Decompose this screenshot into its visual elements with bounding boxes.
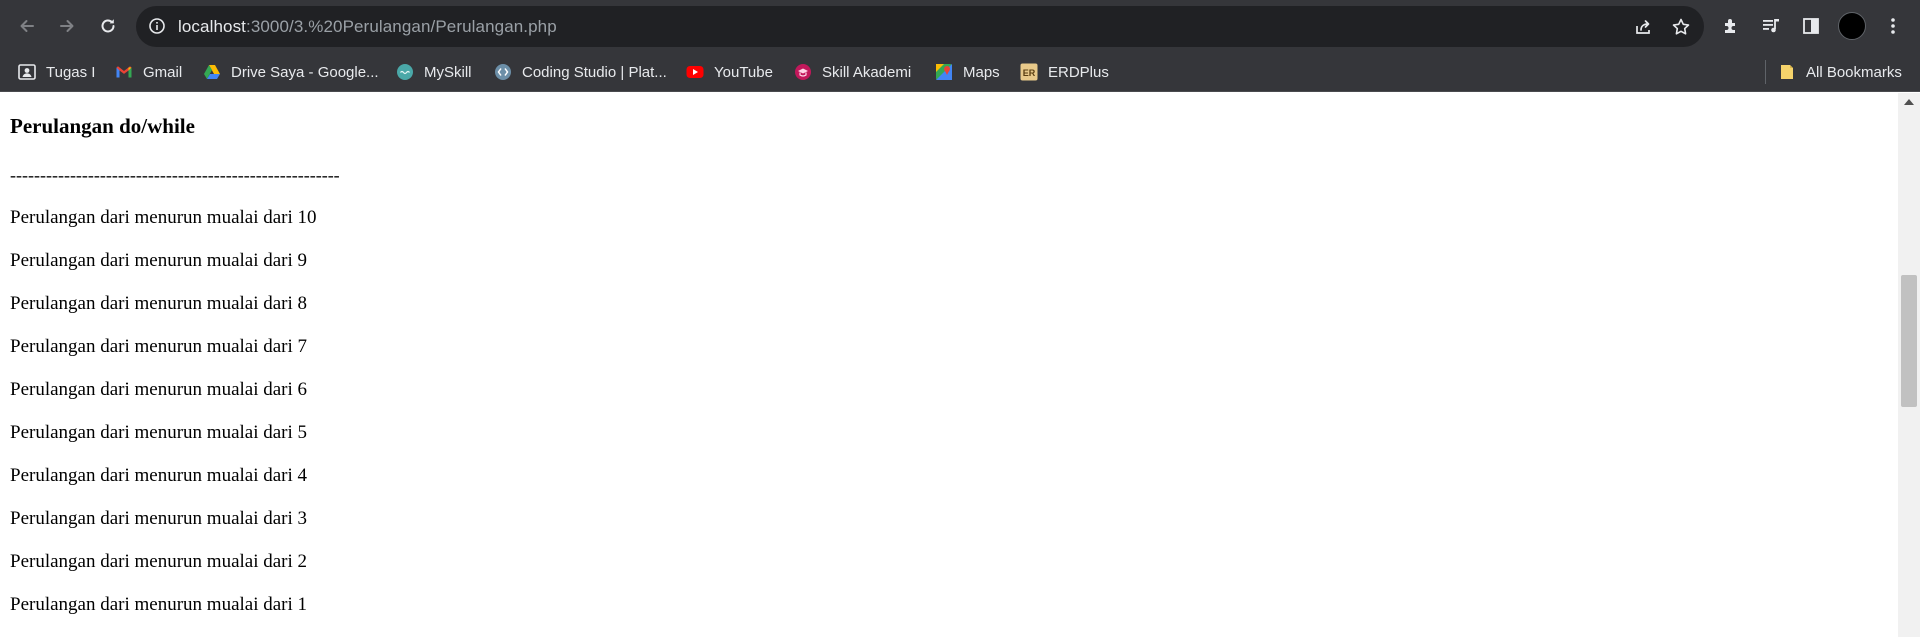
erdplus-icon: ER xyxy=(1020,63,1038,81)
myskill-icon xyxy=(396,63,414,81)
bookmark-tugas-i[interactable]: Tugas I xyxy=(18,61,95,83)
reload-button[interactable] xyxy=(93,11,123,41)
google-maps-icon xyxy=(935,63,953,81)
bookmark-label: YouTube xyxy=(714,63,773,81)
address-bar[interactable]: localhost:3000/3.%20Perulangan/Perulanga… xyxy=(136,6,1704,47)
bookmark-label: MySkill xyxy=(424,63,472,81)
share-button[interactable] xyxy=(1631,15,1655,39)
all-bookmarks-button[interactable]: All Bookmarks xyxy=(1778,61,1902,83)
profile-avatar[interactable] xyxy=(1838,12,1866,40)
vertical-scrollbar[interactable] xyxy=(1898,93,1920,637)
scroll-up-arrow-icon[interactable] xyxy=(1904,99,1914,105)
bookmark-label: Tugas I xyxy=(46,63,96,81)
bookmark-label: ERDPlus xyxy=(1048,63,1109,81)
side-panel-button[interactable] xyxy=(1798,13,1824,39)
url-host: localhost xyxy=(178,17,246,36)
page-heading: Perulangan do/while xyxy=(10,114,195,138)
url-path: :3000/3.%20Perulangan/Perulangan.php xyxy=(246,17,557,36)
reload-icon xyxy=(101,19,115,33)
arrow-left-icon xyxy=(20,20,34,32)
svg-text:ER: ER xyxy=(1023,68,1036,78)
bookmarks-bar: Tugas I Gmail Drive Saya - Google... MyS… xyxy=(0,52,1920,92)
playlist-music-icon xyxy=(1763,19,1779,33)
bookmark-label: Skill Akademi xyxy=(822,63,912,81)
all-bookmarks-label: All Bookmarks xyxy=(1806,63,1902,81)
share-icon xyxy=(1636,20,1650,34)
bookmark-star-button[interactable] xyxy=(1669,15,1693,39)
bookmark-label: Gmail xyxy=(143,63,183,81)
google-drive-icon xyxy=(203,63,221,81)
bookmark-maps[interactable]: Maps xyxy=(935,61,1000,83)
loop-output-line: Perulangan dari menurun mualai dari 7 xyxy=(10,336,308,357)
loop-output-line: Perulangan dari menurun mualai dari 8 xyxy=(10,293,308,314)
loop-output-line: Perulangan dari menurun mualai dari 2 xyxy=(10,551,308,572)
extensions-button[interactable] xyxy=(1718,13,1744,39)
bookmark-youtube[interactable]: YouTube xyxy=(686,61,773,83)
loop-output-line: Perulangan dari menurun mualai dari 5 xyxy=(10,422,308,443)
star-icon xyxy=(1672,18,1690,35)
puzzle-icon xyxy=(1725,19,1735,33)
back-button[interactable] xyxy=(12,11,42,41)
bookmark-gmail[interactable]: Gmail xyxy=(115,61,182,83)
browser-toolbar: localhost:3000/3.%20Perulangan/Perulanga… xyxy=(0,0,1920,52)
youtube-icon xyxy=(686,63,704,81)
dash-divider: ----------------------------------------… xyxy=(10,165,340,185)
kebab-menu-icon xyxy=(1891,18,1895,34)
loop-output-line: Perulangan dari menurun mualai dari 6 xyxy=(10,379,308,400)
media-controls-button[interactable] xyxy=(1758,13,1784,39)
bookmark-coding-studio[interactable]: Coding Studio | Plat... xyxy=(494,61,667,83)
bookmark-label: Maps xyxy=(963,63,1000,81)
coding-studio-icon xyxy=(494,63,512,81)
scrollbar-thumb[interactable] xyxy=(1901,275,1917,407)
bookmark-skill-akademi[interactable]: Skill Akademi xyxy=(794,61,911,83)
bookmark-label: Coding Studio | Plat... xyxy=(522,63,667,81)
page-content: Perulangan do/while --------------------… xyxy=(0,93,1898,637)
bookmark-erdplus[interactable]: ER ERDPlus xyxy=(1020,61,1109,83)
url-text[interactable]: localhost:3000/3.%20Perulangan/Perulanga… xyxy=(178,17,557,37)
site-info-icon[interactable] xyxy=(148,17,166,35)
skill-akademi-icon xyxy=(794,63,812,81)
side-panel-icon xyxy=(1803,18,1819,34)
browser-menu-button[interactable] xyxy=(1880,13,1906,39)
loop-output-line: Perulangan dari menurun mualai dari 4 xyxy=(10,465,308,486)
folder-icon xyxy=(1778,63,1796,81)
loop-output-line: Perulangan dari menurun mualai dari 9 xyxy=(10,250,308,271)
bookmark-myskill[interactable]: MySkill xyxy=(396,61,472,83)
bookmark-google-drive[interactable]: Drive Saya - Google... xyxy=(203,61,379,83)
bookmarks-separator xyxy=(1765,60,1766,84)
gmail-icon xyxy=(115,63,133,81)
bookmark-label: Drive Saya - Google... xyxy=(231,63,379,81)
forward-button[interactable] xyxy=(52,11,82,41)
person-card-icon xyxy=(18,63,36,81)
loop-output-line: Perulangan dari menurun mualai dari 10 xyxy=(10,207,317,228)
loop-output-line: Perulangan dari menurun mualai dari 3 xyxy=(10,508,308,529)
loop-output-line: Perulangan dari menurun mualai dari 1 xyxy=(10,594,308,615)
arrow-right-icon xyxy=(60,20,74,32)
